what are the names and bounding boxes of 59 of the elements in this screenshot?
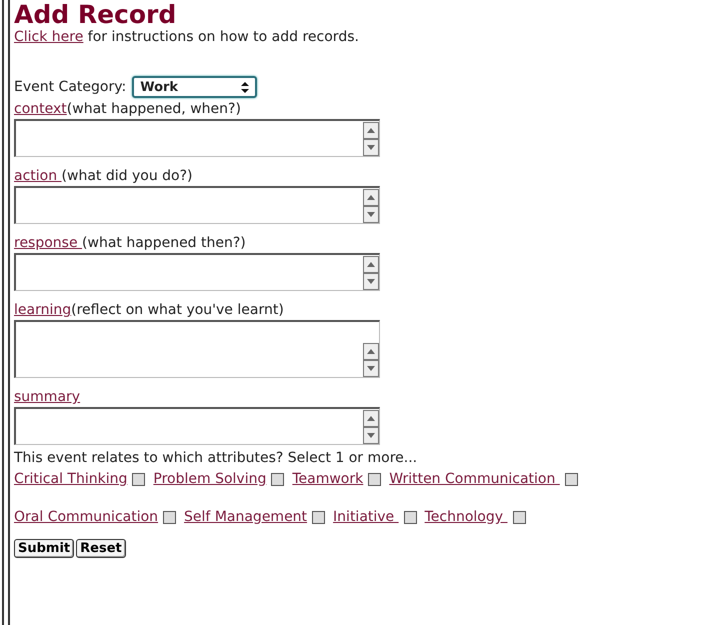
scroll-up-button[interactable] <box>363 189 379 206</box>
attribute-link[interactable]: Written Communication <box>389 471 560 487</box>
submit-button[interactable]: Submit <box>14 539 74 558</box>
down-arrow-icon <box>367 433 375 438</box>
category-label: Event Category: <box>14 79 126 95</box>
text-area[interactable] <box>14 407 380 445</box>
attribute-link[interactable]: Initiative <box>333 509 399 525</box>
scroll-up-button[interactable] <box>363 410 379 427</box>
field-link[interactable]: learning <box>14 302 72 318</box>
attribute-checkbox[interactable] <box>312 510 326 524</box>
scroll-down-button[interactable] <box>363 206 379 223</box>
instructions-link[interactable]: Click here <box>14 29 84 45</box>
attribute-checkbox[interactable] <box>404 510 417 524</box>
field-link[interactable]: context <box>14 101 67 117</box>
attribute-checkbox[interactable] <box>163 510 176 524</box>
scroll-down-button[interactable] <box>363 139 379 156</box>
text-area[interactable] <box>14 186 380 224</box>
attribute-link[interactable]: Oral Communication <box>14 509 158 525</box>
up-arrow-icon <box>367 262 375 267</box>
attribute-checkbox[interactable] <box>512 510 526 524</box>
down-arrow-icon <box>367 366 375 371</box>
page-title: Add Record <box>14 2 178 28</box>
field-link[interactable]: action <box>14 168 62 184</box>
field-link[interactable]: response <box>14 235 82 251</box>
reset-button[interactable]: Reset <box>76 539 126 558</box>
field-hint: (what did you do?) <box>62 168 192 184</box>
up-arrow-icon <box>367 349 375 354</box>
text-area[interactable] <box>14 253 380 291</box>
scroll-down-button[interactable] <box>363 427 379 444</box>
up-arrow-icon <box>367 128 375 133</box>
field-hint: (what happened then?) <box>82 235 246 251</box>
up-arrow-icon <box>367 416 375 421</box>
intro-sentence: Click here for instructions on how to add records. <box>14 28 360 46</box>
scroll-up-button[interactable] <box>363 343 379 360</box>
field-hint: (what happened, when?) <box>66 101 241 117</box>
updown-icon <box>241 82 250 92</box>
attribute-link[interactable]: Critical Thinking <box>14 471 128 487</box>
attribute-checkbox[interactable] <box>564 472 578 486</box>
scroll-down-button[interactable] <box>363 273 379 290</box>
down-arrow-icon <box>367 279 375 284</box>
attribute-checkbox[interactable] <box>271 472 284 486</box>
down-arrow-icon <box>367 145 375 150</box>
scroll-down-button[interactable] <box>363 360 379 377</box>
up-arrow-icon <box>367 195 375 200</box>
attribute-checkbox[interactable] <box>368 472 382 486</box>
field-hint: (reflect on what you've learnt) <box>71 302 284 318</box>
category-select[interactable]: Work <box>132 76 258 98</box>
attribute-link[interactable]: Teamwork <box>292 471 364 487</box>
attributes-prompt: This event relates to which attributes? Select 1 or more... <box>14 449 418 467</box>
down-arrow-icon <box>367 212 375 217</box>
scroll-up-button[interactable] <box>363 122 379 139</box>
field-link[interactable]: summary <box>14 389 80 405</box>
attribute-link[interactable]: Technology <box>424 509 508 525</box>
attribute-link[interactable]: Problem Solving <box>153 471 266 487</box>
scroll-up-button[interactable] <box>363 256 379 273</box>
attribute-checkbox[interactable] <box>132 472 146 486</box>
text-area[interactable] <box>14 320 380 378</box>
attribute-link[interactable]: Self Management <box>184 509 308 525</box>
text-area[interactable] <box>14 119 380 157</box>
